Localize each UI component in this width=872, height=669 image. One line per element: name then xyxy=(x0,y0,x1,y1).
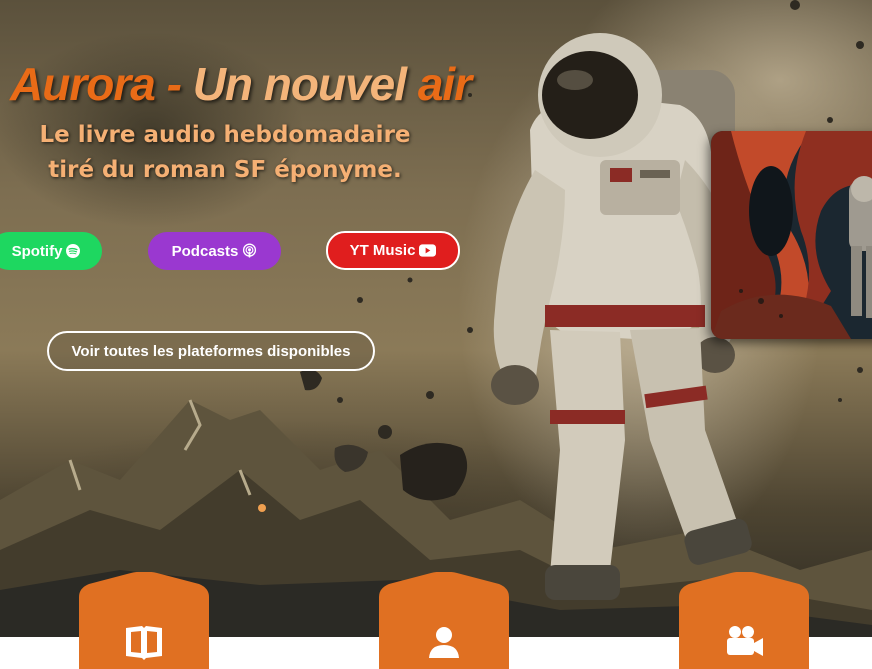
book-cover-image[interactable] xyxy=(711,131,872,339)
subtitle-line-1: Le livre audio hebdomadaire xyxy=(39,122,411,148)
tab-author[interactable] xyxy=(379,572,509,669)
spotify-icon xyxy=(66,244,81,258)
tab-book[interactable] xyxy=(79,572,209,669)
podcasts-button[interactable]: Podcasts xyxy=(148,232,281,270)
spotify-button[interactable]: Spotify xyxy=(0,232,102,270)
podcasts-label: Podcasts xyxy=(171,242,239,260)
video-camera-icon xyxy=(727,626,763,656)
youtube-icon xyxy=(419,244,437,257)
yt-music-button[interactable]: YT Music xyxy=(326,231,460,270)
tab-videos[interactable] xyxy=(679,572,809,669)
hero-banner: Aurora - Un nouvel air Le livre audio he… xyxy=(0,0,872,637)
page-title: Aurora - Un nouvel air xyxy=(10,58,472,110)
all-platforms-button[interactable]: Voir toutes les plateformes disponibles xyxy=(47,331,375,371)
subtitle: Le livre audio hebdomadaire tiré du roma… xyxy=(20,118,430,188)
yt-music-label: YT Music xyxy=(349,242,416,259)
book-icon xyxy=(126,626,162,660)
podcasts-icon xyxy=(243,243,257,258)
user-icon xyxy=(429,627,459,658)
spotify-label: Spotify xyxy=(11,242,63,260)
subtitle-line-2: tiré du roman SF éponyme. xyxy=(48,157,402,183)
